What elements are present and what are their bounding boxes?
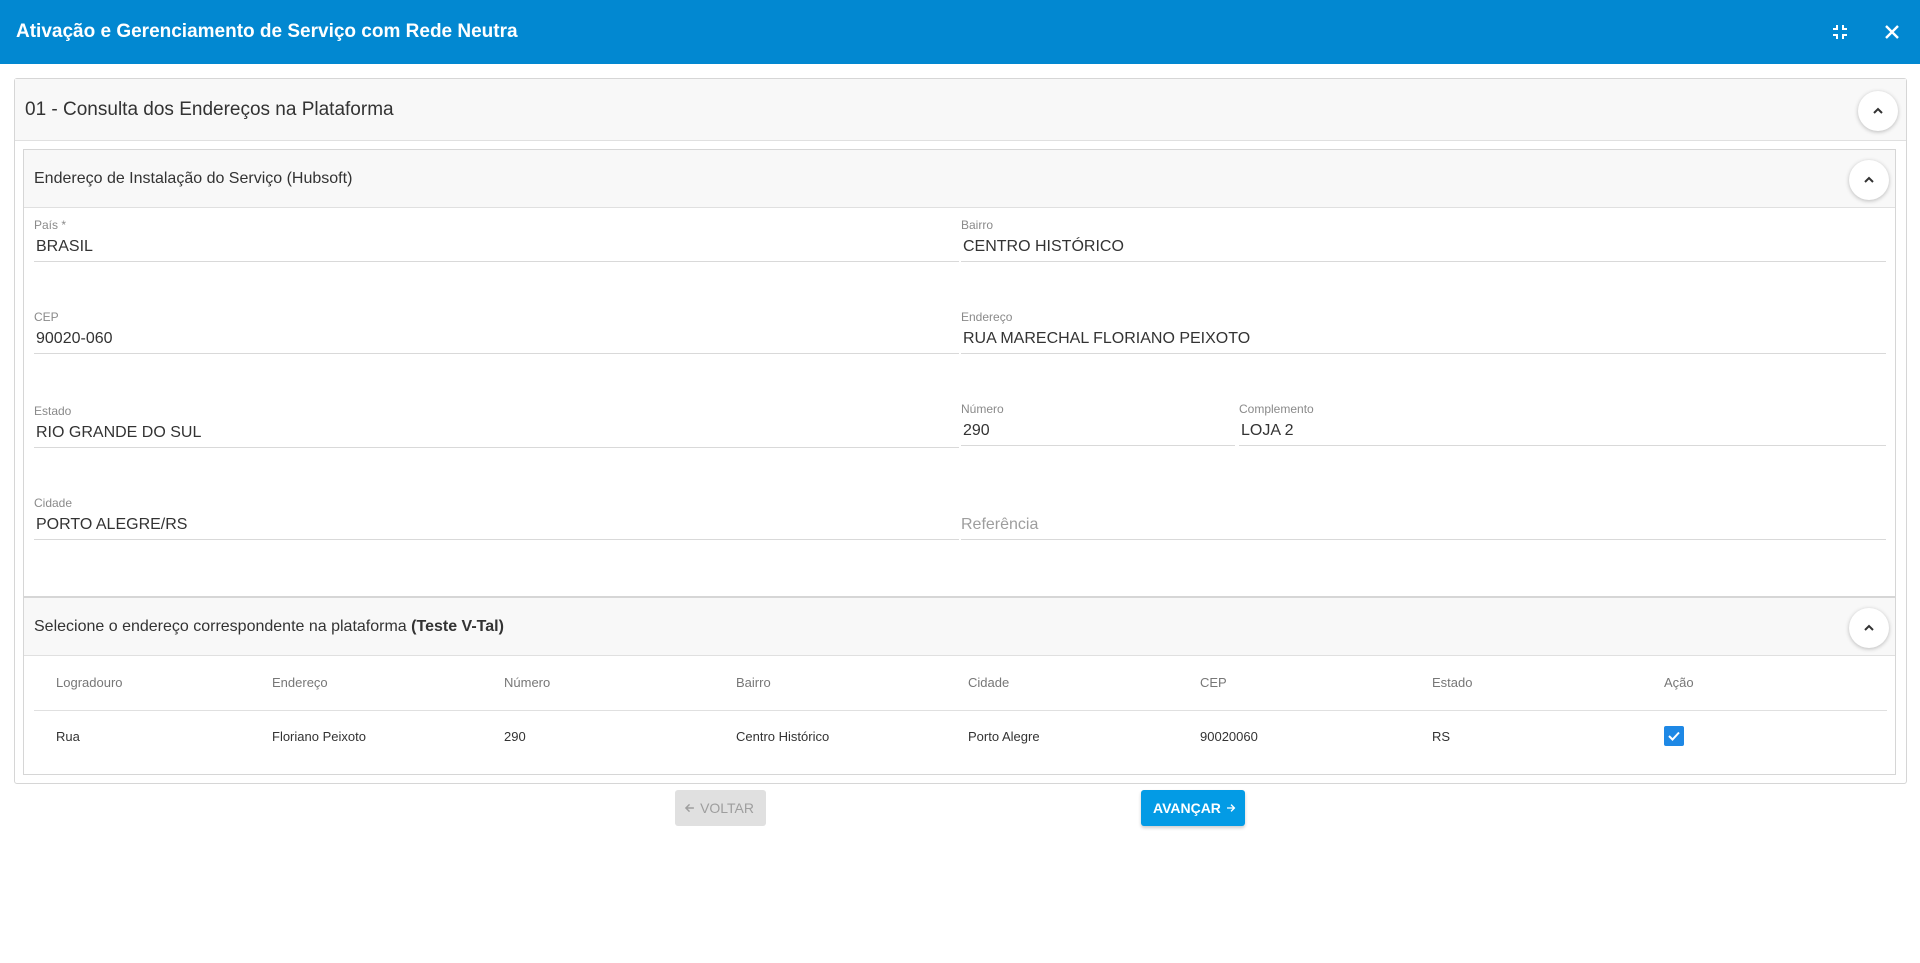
referencia-placeholder[interactable]: Referência bbox=[961, 510, 1886, 540]
step-header: 01 - Consulta dos Endereços na Plataform… bbox=[15, 79, 1906, 141]
platform-title-bold: (Teste V-Tal) bbox=[411, 617, 504, 635]
platform-address-title: Selecione o endereço correspondente na p… bbox=[34, 618, 504, 636]
column-header-numero: Número bbox=[482, 656, 714, 711]
back-button[interactable]: VOLTAR bbox=[675, 790, 766, 826]
select-row-checkbox[interactable] bbox=[1664, 726, 1684, 747]
column-header-cep: CEP bbox=[1178, 656, 1410, 711]
cell-endereco: Floriano Peixoto bbox=[272, 728, 366, 744]
next-button-label: AVANÇAR bbox=[1153, 800, 1221, 816]
cidade-value[interactable]: PORTO ALEGRE/RS bbox=[34, 510, 959, 540]
numero-field[interactable]: Número 290 bbox=[961, 402, 1235, 446]
install-address-header: Endereço de Instalação do Serviço (Hubso… bbox=[24, 150, 1895, 208]
pais-label: País * bbox=[34, 218, 67, 232]
chevron-up-icon bbox=[1864, 176, 1874, 183]
collapse-step-button[interactable] bbox=[1858, 91, 1898, 131]
arrow-right-icon bbox=[1226, 804, 1236, 812]
numero-label: Número bbox=[961, 402, 1004, 416]
endereco-field[interactable]: Endereço RUA MARECHAL FLORIANO PEIXOTO bbox=[961, 310, 1886, 354]
complemento-field[interactable]: Complemento LOJA 2 bbox=[1239, 402, 1886, 446]
collapse-install-address-button[interactable] bbox=[1849, 160, 1889, 200]
column-header-endereco: Endereço bbox=[250, 656, 482, 711]
chevron-up-icon bbox=[1864, 624, 1874, 631]
fullscreen-exit-icon[interactable] bbox=[1828, 20, 1852, 44]
window-title: Ativação e Gerenciamento de Serviço com … bbox=[16, 21, 518, 42]
endereco-value[interactable]: RUA MARECHAL FLORIANO PEIXOTO bbox=[961, 324, 1886, 354]
pais-value[interactable]: BRASIL bbox=[34, 232, 959, 262]
pais-field[interactable]: País * BRASIL bbox=[34, 218, 959, 262]
endereco-label: Endereço bbox=[961, 310, 1013, 324]
back-button-label: VOLTAR bbox=[700, 800, 754, 816]
complemento-value[interactable]: LOJA 2 bbox=[1239, 416, 1886, 446]
column-header-logradouro: Logradouro bbox=[34, 656, 250, 711]
chevron-up-icon bbox=[1873, 107, 1883, 114]
install-address-panel: Endereço de Instalação do Serviço (Hubso… bbox=[23, 149, 1896, 597]
estado-label: Estado bbox=[34, 404, 72, 418]
complemento-label: Complemento bbox=[1239, 402, 1314, 416]
column-header-estado: Estado bbox=[1410, 656, 1642, 711]
collapse-platform-button[interactable] bbox=[1849, 608, 1889, 648]
cell-numero: 290 bbox=[504, 728, 526, 744]
bairro-field[interactable]: Bairro CENTRO HISTÓRICO bbox=[961, 218, 1886, 262]
cell-acao bbox=[1642, 710, 1887, 762]
cell-cep: 90020060 bbox=[1200, 728, 1258, 744]
column-header-bairro: Bairro bbox=[714, 656, 946, 711]
cidade-label: Cidade bbox=[34, 496, 73, 510]
arrow-left-icon bbox=[684, 803, 694, 813]
estado-field[interactable]: Estado RIO GRANDE DO SUL bbox=[34, 404, 959, 448]
bairro-value[interactable]: CENTRO HISTÓRICO bbox=[961, 232, 1886, 262]
platform-address-header: Selecione o endereço correspondente na p… bbox=[24, 598, 1895, 656]
cep-value[interactable]: 90020-060 bbox=[34, 324, 959, 354]
table-header-row: Logradouro Endereço Número Bairro Cidade… bbox=[34, 656, 1887, 711]
step-title: 01 - Consulta dos Endereços na Plataform… bbox=[25, 98, 394, 120]
cidade-field[interactable]: Cidade PORTO ALEGRE/RS bbox=[34, 496, 959, 540]
table-row[interactable]: Rua Floriano Peixoto 290 Centro Históric… bbox=[34, 710, 1887, 762]
column-header-acao: Ação bbox=[1642, 656, 1887, 711]
cep-field[interactable]: CEP 90020-060 bbox=[34, 310, 959, 354]
cell-estado: RS bbox=[1432, 728, 1451, 744]
cep-label: CEP bbox=[34, 310, 59, 324]
window-titlebar: Ativação e Gerenciamento de Serviço com … bbox=[0, 0, 1920, 64]
platform-title-prefix: Selecione o endereço correspondente na p… bbox=[34, 617, 407, 635]
cell-logradouro: Rua bbox=[56, 728, 80, 744]
close-icon[interactable] bbox=[1880, 20, 1904, 44]
cell-bairro: Centro Histórico bbox=[736, 728, 830, 744]
next-button[interactable]: AVANÇAR bbox=[1141, 790, 1245, 826]
bairro-label: Bairro bbox=[961, 218, 994, 232]
platform-address-panel: Selecione o endereço correspondente na p… bbox=[23, 597, 1896, 775]
platform-address-table: Logradouro Endereço Número Bairro Cidade… bbox=[34, 656, 1887, 762]
column-header-cidade: Cidade bbox=[946, 656, 1178, 711]
estado-value[interactable]: RIO GRANDE DO SUL bbox=[34, 418, 959, 448]
install-address-title: Endereço de Instalação do Serviço (Hubso… bbox=[34, 169, 353, 187]
cell-cidade: Porto Alegre bbox=[968, 728, 1040, 744]
numero-value[interactable]: 290 bbox=[961, 416, 1235, 446]
referencia-field[interactable]: Referência bbox=[961, 510, 1886, 540]
step-panel: 01 - Consulta dos Endereços na Plataform… bbox=[14, 78, 1907, 784]
check-icon bbox=[1668, 732, 1680, 742]
